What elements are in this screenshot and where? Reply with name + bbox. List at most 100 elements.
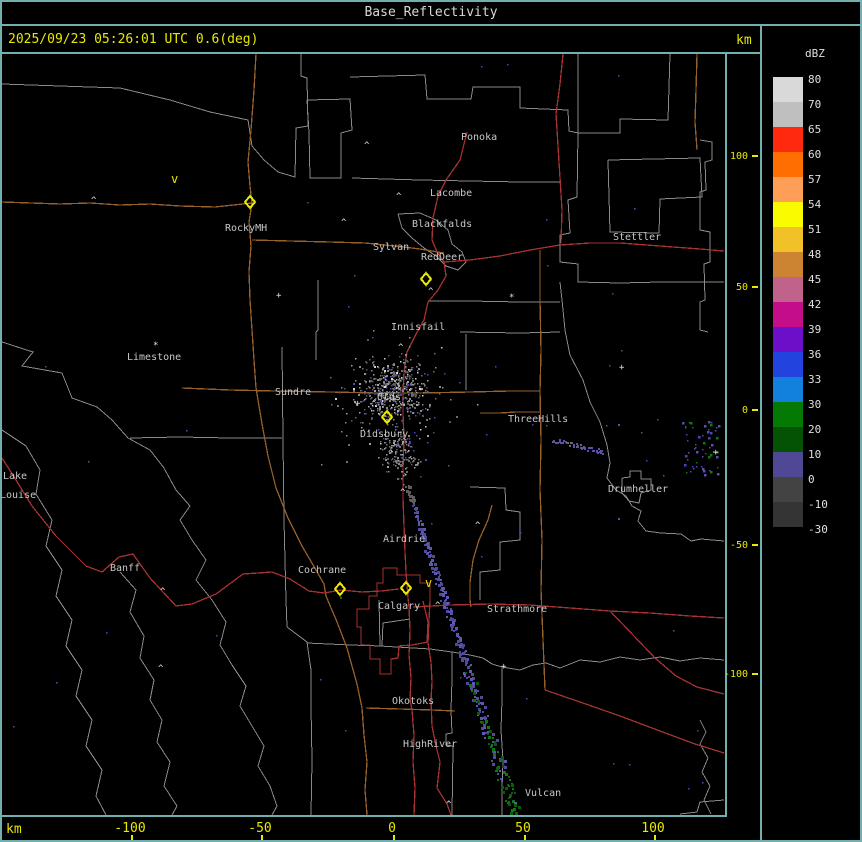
- colorbar-level-label: 60: [808, 148, 822, 161]
- city-label: Drumheller: [608, 484, 668, 495]
- city-label: Louise: [0, 490, 36, 501]
- county-boundaries-line: [349, 54, 579, 134]
- v-marker: v: [171, 172, 178, 186]
- point-symbol: ^: [428, 287, 434, 297]
- bottom-axis-tick-mark: [393, 835, 395, 841]
- county-boundaries-line: [1, 429, 107, 815]
- county-boundaries-line: [699, 719, 712, 815]
- bottom-axis-tick-label: 0: [388, 821, 396, 836]
- radar-site-diamond-icon: [399, 580, 413, 596]
- county-boundaries-line: [1, 341, 278, 815]
- right-axis-tick-label: -100: [724, 669, 749, 680]
- county-boundaries-line: [582, 379, 725, 542]
- county-boundaries-line: [445, 652, 454, 815]
- colorbar-swatch: [773, 327, 803, 352]
- point-symbol: ^: [446, 800, 452, 810]
- city-label: Lacombe: [430, 188, 472, 199]
- county-boundaries-line: [679, 799, 725, 815]
- bottom-axis-tick-mark: [261, 835, 263, 841]
- colorbar-level-label: 33: [808, 373, 822, 386]
- city-label: Strathmore: [487, 604, 547, 615]
- colorbar-level-label: 51: [808, 223, 822, 236]
- county-boundaries-line: [351, 177, 560, 183]
- right-axis-tick-mark: [752, 155, 758, 157]
- city-label: Innisfail: [391, 322, 445, 333]
- roads-red-line: [443, 242, 725, 263]
- roads-red-line: [422, 600, 429, 644]
- right-axis-unit-label: km: [736, 33, 752, 48]
- colorbar-level-label: 10: [808, 448, 822, 461]
- city-labels: Ponoka Lacombe Blackfalds Sylvan RedDeer Stet…: [0, 132, 668, 799]
- city-label: ThreeHills: [508, 414, 568, 425]
- colorbar-level-label: 65: [808, 123, 822, 136]
- colorbar-title: dBZ: [805, 47, 825, 60]
- city-label: HighRiver: [403, 739, 457, 750]
- radar-site-diamond-icon: [243, 194, 257, 210]
- point-symbol: ^: [91, 196, 97, 206]
- radar-app-window: Base_Reflectivity 2025/09/23 05:26:01 UT…: [0, 0, 862, 842]
- colorbar-swatch: [773, 477, 803, 502]
- point-symbol: ^: [398, 343, 404, 353]
- county-boundaries-line: [306, 618, 411, 647]
- roads-brown-line: [694, 54, 698, 151]
- colorbar-level-label: 45: [808, 273, 822, 286]
- city-label: Okotoks: [392, 696, 434, 707]
- colorbar-level-label: 42: [808, 298, 822, 311]
- radar-map: ^ ^ ^ ^ ^ ^ ^ ^ ^ ^ ^ ^ ^ * * + + + + + v v Ponoka Lacombe Black…: [0, 54, 725, 815]
- v-marker: v: [425, 576, 432, 590]
- point-symbol: *: [153, 341, 158, 351]
- colorbar-swatch: [773, 302, 803, 327]
- county-boundaries-line: [459, 331, 561, 334]
- right-axis-tick-label: 0: [741, 405, 748, 416]
- county-boundaries-line: [315, 280, 319, 360]
- colorbar-level-label: 48: [808, 248, 822, 261]
- bottom-axis-tick-label: 50: [515, 821, 531, 836]
- colorbar-level-label: 54: [808, 198, 822, 211]
- roads-red-line: [544, 689, 725, 754]
- county-boundaries-line: [129, 436, 282, 439]
- bottom-axis-tick-label: -50: [248, 821, 272, 836]
- colorbar-level-label: 36: [808, 348, 822, 361]
- county-boundaries-line: [578, 54, 671, 134]
- colorbar-swatch: [773, 77, 803, 102]
- county-boundaries-line: [306, 98, 353, 179]
- colorbar-swatch: [773, 402, 803, 427]
- city-label: Ponoka: [461, 132, 497, 143]
- point-symbol: +: [501, 662, 507, 672]
- colorbar-panel: dBZ 80 70 65 60 57 54 51 48 45 42 39 36 33 30 20 10 0 -10…: [760, 26, 862, 842]
- city-label: Cochrane: [298, 565, 346, 576]
- map-panel: ^ ^ ^ ^ ^ ^ ^ ^ ^ ^ ^ ^ ^ * * + + + + + v v Ponoka Lacombe Black…: [0, 54, 727, 817]
- radar-site-diamond-icon: [333, 581, 347, 597]
- colorbar-swatch: [773, 152, 803, 177]
- county-boundaries-line: [1, 54, 309, 178]
- colorbar-swatch: [773, 427, 803, 452]
- point-symbol: +: [619, 363, 625, 373]
- roads-brown-line: [247, 54, 257, 389]
- point-symbol: ^: [435, 601, 441, 611]
- colorbar-level-label: 57: [808, 173, 822, 186]
- right-axis-tick-mark: [752, 544, 758, 546]
- right-axis-tick-label: -50: [729, 540, 748, 551]
- point-symbol: +: [276, 291, 282, 301]
- city-label: Banff: [110, 563, 140, 574]
- point-symbol: ^: [160, 587, 166, 597]
- point-symbol: ^: [400, 488, 406, 498]
- city-label: Didsbury: [360, 429, 408, 440]
- roads-red-line: [609, 610, 725, 695]
- right-axis-tick-label: 50: [735, 282, 748, 293]
- colorbar-swatch: [773, 252, 803, 277]
- bottom-axis-unit-label: km: [6, 822, 22, 837]
- colorbar-level-label: -30: [808, 523, 828, 536]
- colorbar-level-label: 0: [808, 473, 815, 486]
- county-boundaries-line: [559, 281, 584, 381]
- city-label: Olds: [377, 392, 401, 403]
- county-boundaries-line: [607, 157, 703, 234]
- point-symbol: +: [355, 399, 361, 409]
- colorbar-swatch: [773, 502, 803, 527]
- info-bar: 2025/09/23 05:26:01 UTC 0.6(deg) km: [0, 26, 760, 54]
- city-label: RockyMH: [225, 223, 267, 234]
- page-title: Base_Reflectivity: [364, 4, 498, 20]
- county-boundaries-line: [559, 132, 724, 284]
- city-label: Vulcan: [525, 788, 561, 799]
- roads-red-line: [555, 54, 564, 244]
